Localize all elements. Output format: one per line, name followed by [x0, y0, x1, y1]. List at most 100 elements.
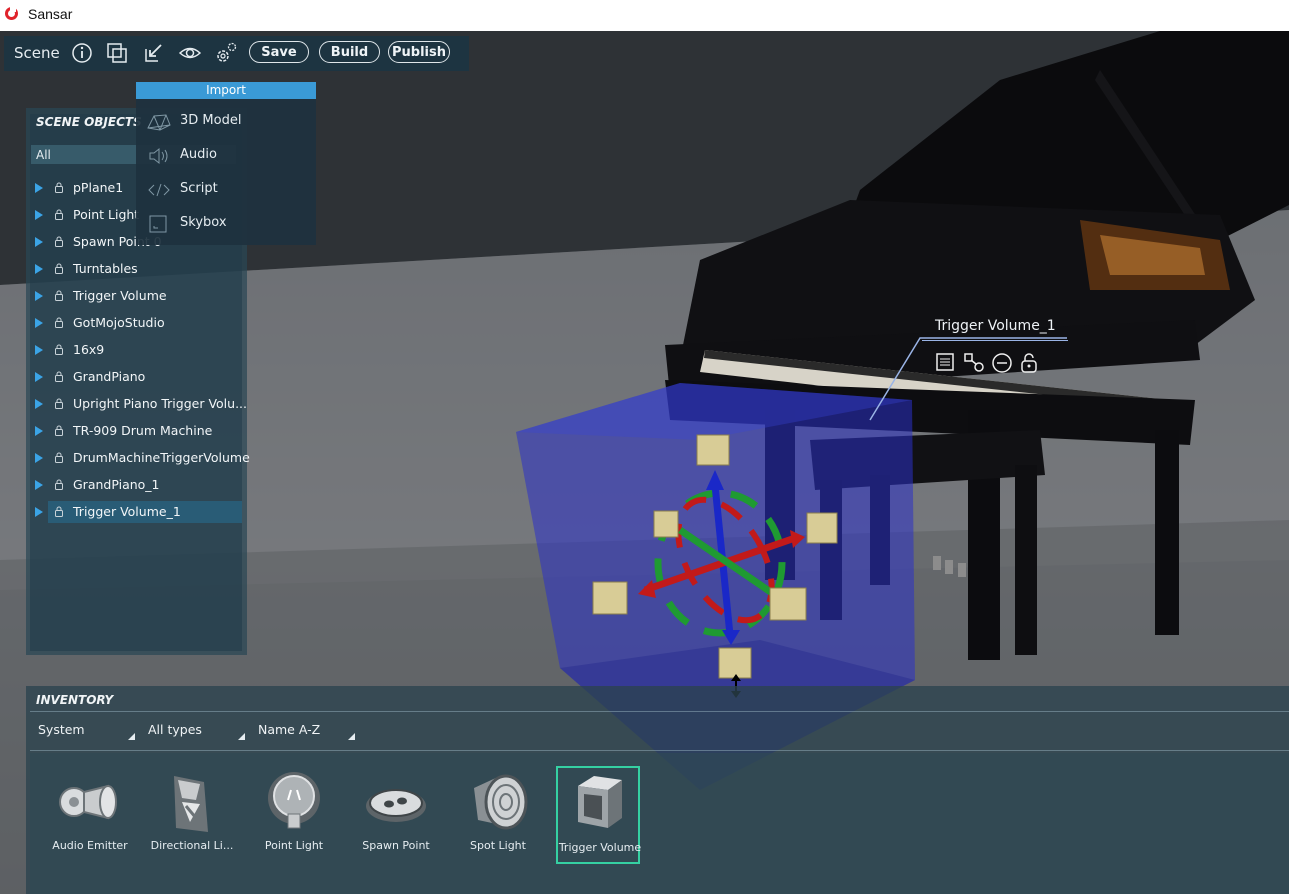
lock-icon[interactable]	[55, 425, 63, 436]
scene-object-label: DrumMachineTriggerVolume	[73, 450, 250, 465]
expand-arrow-icon[interactable]	[35, 426, 43, 436]
scene-toolbar: Scene Save Build Publish	[4, 36, 469, 71]
scene-objects-title: SCENE OBJECTS	[36, 115, 142, 129]
lock-icon[interactable]	[55, 317, 63, 328]
inventory-item-point-light[interactable]: Point Light	[252, 766, 336, 864]
inventory-item-label: Audio Emitter	[52, 839, 128, 852]
lock-icon[interactable]	[55, 209, 63, 220]
dropdown-arrow-icon	[238, 733, 245, 740]
scene-object-label: Upright Piano Trigger Volu...	[73, 396, 247, 411]
duplicate-icon[interactable]	[105, 41, 129, 65]
inventory-item-spawn-point[interactable]: Spawn Point	[354, 766, 438, 864]
lock-icon[interactable]	[55, 182, 63, 193]
dropdown-arrow-icon	[348, 733, 355, 740]
expand-arrow-icon[interactable]	[35, 291, 43, 301]
lock-icon[interactable]	[55, 479, 63, 490]
expand-arrow-icon[interactable]	[35, 399, 43, 409]
expand-arrow-icon[interactable]	[35, 507, 43, 517]
window-title: Sansar	[28, 6, 73, 22]
scene-object-row[interactable]: 16x9	[30, 339, 242, 361]
scene-object-row[interactable]: Upright Piano Trigger Volu...	[30, 393, 247, 415]
cube-icon	[578, 776, 622, 828]
lock-icon[interactable]	[55, 452, 63, 463]
inventory-item-audio-emitter[interactable]: Audio Emitter	[48, 766, 132, 864]
remove-icon[interactable]	[991, 352, 1013, 374]
directional-light-icon	[174, 776, 208, 832]
publish-button[interactable]: Publish	[388, 41, 450, 63]
scene-object-label: GotMojoStudio	[73, 315, 165, 330]
scene-object-row[interactable]: DrumMachineTriggerVolume	[30, 447, 250, 469]
expand-arrow-icon[interactable]	[35, 183, 43, 193]
expand-arrow-icon[interactable]	[35, 210, 43, 220]
scene-object-row[interactable]: Turntables	[30, 258, 242, 280]
import-audio-item[interactable]: Audio	[136, 141, 316, 169]
inventory-item-label: Trigger Volume	[558, 841, 642, 854]
speaker-icon	[59, 784, 117, 820]
scene-object-row[interactable]: TR-909 Drum Machine	[30, 420, 242, 442]
inventory-item-trigger-volume[interactable]: Trigger Volume	[556, 766, 642, 864]
inventory-title: INVENTORY	[36, 693, 114, 707]
import-script-item[interactable]: Script	[136, 175, 316, 203]
mesh-icon	[147, 114, 171, 131]
import-icon[interactable]	[142, 41, 166, 65]
scene-object-label: Turntables	[73, 261, 138, 276]
save-button[interactable]: Save	[249, 41, 309, 63]
link-icon[interactable]	[963, 352, 985, 372]
inventory-divider	[30, 750, 1289, 751]
expand-arrow-icon[interactable]	[35, 318, 43, 328]
scene-object-row-selected[interactable]: Trigger Volume_1	[35, 501, 242, 523]
scene-object-label: GrandPiano	[73, 369, 146, 384]
import-item-label: 3D Model	[180, 113, 242, 128]
expand-arrow-icon[interactable]	[35, 453, 43, 463]
lock-icon[interactable]	[55, 290, 63, 301]
lock-icon[interactable]	[55, 398, 63, 409]
filter-value: All	[36, 148, 51, 162]
import-skybox-item[interactable]: Skybox	[136, 209, 316, 237]
audio-icon	[149, 147, 168, 165]
scene-object-row[interactable]: GrandPiano	[30, 366, 242, 388]
import-item-label: Audio	[180, 147, 217, 162]
import-3d-model-item[interactable]: 3D Model	[136, 107, 316, 135]
sansar-logo-icon	[5, 7, 18, 20]
skybox-icon	[149, 215, 167, 233]
bulb-icon	[268, 772, 320, 829]
visibility-icon[interactable]	[178, 41, 202, 65]
lock-icon[interactable]	[55, 236, 63, 247]
spotlight-icon	[474, 774, 528, 830]
inventory-item-label: Directional Li...	[150, 839, 234, 852]
lock-icon[interactable]	[55, 506, 63, 517]
inventory-item-directional-light[interactable]: Directional Li...	[150, 766, 234, 864]
lock-icon[interactable]	[55, 263, 63, 274]
unlock-icon[interactable]	[1020, 352, 1038, 374]
object-tools	[935, 352, 1045, 374]
source-select[interactable]: System	[38, 722, 138, 740]
build-button[interactable]: Build	[319, 41, 380, 63]
sort-select[interactable]: Name A-Z	[258, 722, 358, 740]
scene-object-row[interactable]: GrandPiano_1	[30, 474, 242, 496]
import-dropdown-menu: Import 3D Model Audio Script Skybox	[136, 82, 316, 245]
type-select[interactable]: All types	[148, 722, 248, 740]
lock-icon[interactable]	[55, 344, 63, 355]
inventory-divider	[30, 711, 1289, 712]
properties-icon[interactable]	[935, 352, 955, 372]
expand-arrow-icon[interactable]	[35, 480, 43, 490]
settings-icon[interactable]	[214, 41, 238, 65]
selected-object-name: Trigger Volume_1	[935, 318, 1056, 334]
type-select-value: All types	[148, 722, 202, 737]
dropdown-arrow-icon	[128, 733, 135, 740]
lock-icon[interactable]	[55, 371, 63, 382]
expand-arrow-icon[interactable]	[35, 264, 43, 274]
expand-arrow-icon[interactable]	[35, 237, 43, 247]
expand-arrow-icon[interactable]	[35, 345, 43, 355]
scene-object-row[interactable]: GotMojoStudio	[30, 312, 242, 334]
footprints-icon	[366, 789, 426, 822]
import-item-label: Script	[180, 181, 218, 196]
source-select-value: System	[38, 722, 85, 737]
inventory-item-spot-light[interactable]: Spot Light	[456, 766, 540, 864]
scene-object-row[interactable]: Trigger Volume	[30, 285, 242, 307]
scene-object-label: 16x9	[73, 342, 105, 357]
info-icon[interactable]	[70, 41, 94, 65]
import-menu-header: Import	[136, 82, 316, 99]
inventory-grid: Audio Emitter Directional Li... Point Li…	[30, 753, 1289, 894]
expand-arrow-icon[interactable]	[35, 372, 43, 382]
